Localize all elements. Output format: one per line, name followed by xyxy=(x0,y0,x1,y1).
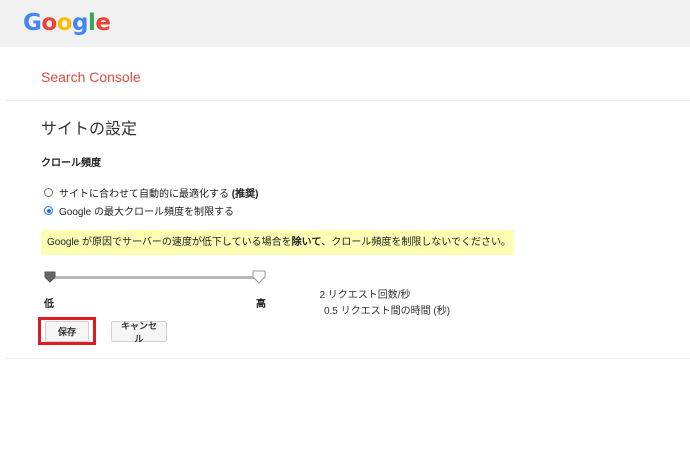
page-title: サイトの設定 xyxy=(41,121,138,138)
logo-letter: o xyxy=(56,10,73,36)
cancel-button[interactable]: キャンセル xyxy=(111,321,167,344)
slider-min-marker-icon xyxy=(44,271,56,283)
radio-button-selected[interactable] xyxy=(44,206,53,215)
save-button[interactable]: 保存 xyxy=(45,321,89,342)
logo-letter: o xyxy=(41,10,57,36)
requests-per-second: 2 リクエスト回数/秒 xyxy=(319,290,411,301)
logo-letter: l xyxy=(87,10,96,36)
notice-text-suffix: 、クロール頻度を制限しないでください。 xyxy=(321,237,512,248)
header-divider xyxy=(6,100,690,101)
slider-handle-icon[interactable] xyxy=(252,270,266,284)
footer-divider xyxy=(6,358,690,359)
crawl-rate-label: クロール頻度 xyxy=(41,158,101,169)
notice-text-bold: 除いて xyxy=(291,237,322,248)
slider-max-label: 高 xyxy=(256,299,266,310)
warning-notice: Google が原因でサーバーの速度が低下している場合を除いて、クロール頻度を制… xyxy=(41,230,514,255)
radio-label-text: Google の最大クロール頻度を制限する xyxy=(59,207,235,218)
radio-auto-optimize[interactable]: サイトに合わせて自動的に最適化する (推奨) xyxy=(44,185,258,200)
radio-limit-crawl[interactable]: Google の最大クロール頻度を制限する xyxy=(44,203,234,218)
logo-letter: G xyxy=(23,10,42,36)
recommended-tag: (推奨) xyxy=(231,189,259,200)
crawl-rate-slider[interactable] xyxy=(47,276,261,279)
google-logo[interactable]: Google xyxy=(23,10,111,36)
logo-letter: e xyxy=(95,10,111,36)
product-name[interactable]: Search Console xyxy=(41,69,141,85)
top-bar: Google xyxy=(0,0,690,47)
radio-label: サイトに合わせて自動的に最適化する (推奨) xyxy=(59,185,258,200)
radio-button[interactable] xyxy=(44,188,53,197)
radio-label-text: サイトに合わせて自動的に最適化する xyxy=(59,189,229,200)
logo-letter: g xyxy=(72,10,88,36)
slider-min-label: 低 xyxy=(44,299,54,310)
notice-text-prefix: Google が原因でサーバーの速度が低下している場合を xyxy=(47,237,292,248)
seconds-between-requests: 0.5 リクエスト間の時間 (秒) xyxy=(323,306,451,317)
